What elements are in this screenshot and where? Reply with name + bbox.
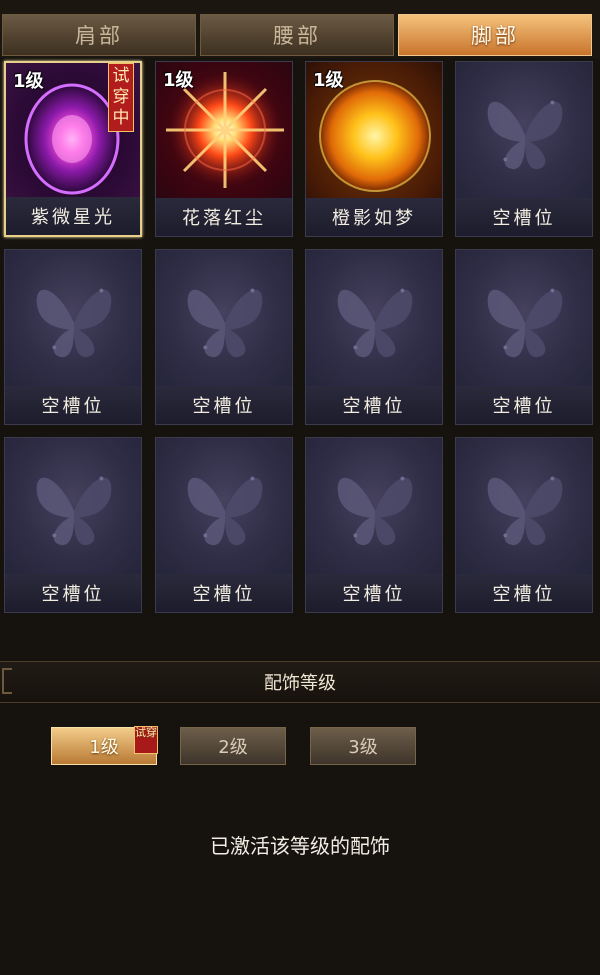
- accessory-slot[interactable]: 空槽位: [455, 249, 593, 425]
- butterfly-icon: [36, 288, 112, 358]
- accessory-slot[interactable]: 空槽位: [155, 249, 293, 425]
- level-button-label: 2级: [218, 737, 248, 758]
- try-on-badge: 试穿: [134, 726, 158, 754]
- accessory-slot[interactable]: 空槽位: [4, 249, 142, 425]
- slot-name: 空槽位: [456, 198, 592, 236]
- slot-name: 空槽位: [306, 574, 442, 612]
- tab-bar: 肩部 腰部 脚部: [0, 0, 600, 58]
- slot-name: 紫微星光: [6, 197, 140, 235]
- butterfly-icon: [187, 476, 263, 546]
- accessory-slot[interactable]: 1级 试穿中 紫微星光: [4, 61, 142, 237]
- accessory-slot[interactable]: 1级 橙影如梦: [305, 61, 443, 237]
- slot-name: 空槽位: [456, 574, 592, 612]
- butterfly-icon: [337, 476, 413, 546]
- level-3-button[interactable]: 3级: [310, 727, 416, 765]
- accessory-level-header: 配饰等级: [0, 661, 600, 703]
- slot-name: 空槽位: [5, 574, 141, 612]
- slot-name: 空槽位: [456, 386, 592, 424]
- tab-feet[interactable]: 脚部: [398, 14, 592, 56]
- accessory-slot[interactable]: 空槽位: [305, 437, 443, 613]
- slot-level: 1级: [313, 70, 344, 91]
- level-1-button[interactable]: 1级 试穿: [51, 726, 158, 765]
- butterfly-icon: [187, 288, 263, 358]
- section-title: 配饰等级: [264, 673, 336, 694]
- slot-name: 空槽位: [156, 386, 292, 424]
- level-button-label: 1级: [89, 737, 119, 758]
- butterfly-icon: [36, 476, 112, 546]
- level-button-label: 3级: [348, 737, 378, 758]
- accessory-slot[interactable]: 1级 花落红尘: [155, 61, 293, 237]
- slot-name: 空槽位: [5, 386, 141, 424]
- butterfly-icon: [487, 288, 563, 358]
- slot-name: 橙影如梦: [306, 198, 442, 236]
- slot-level: 1级: [13, 71, 44, 92]
- accessory-slot[interactable]: 空槽位: [155, 437, 293, 613]
- slot-name: 空槽位: [306, 386, 442, 424]
- slot-name: 花落红尘: [156, 198, 292, 236]
- trying-on-badge: 试穿中: [108, 63, 134, 132]
- tab-waist[interactable]: 腰部: [200, 14, 394, 56]
- accessory-slot[interactable]: 空槽位: [4, 437, 142, 613]
- frame-corner-ornament: [2, 668, 12, 694]
- accessory-slot[interactable]: 空槽位: [305, 249, 443, 425]
- accessory-slot[interactable]: 空槽位: [455, 437, 593, 613]
- level-2-button[interactable]: 2级: [180, 727, 286, 765]
- slot-level: 1级: [163, 70, 194, 91]
- tab-shoulder[interactable]: 肩部: [2, 14, 196, 56]
- butterfly-icon: [337, 288, 413, 358]
- accessory-slot[interactable]: 空槽位: [455, 61, 593, 237]
- butterfly-icon: [487, 476, 563, 546]
- butterfly-icon: [487, 100, 563, 170]
- activation-status-text: 已激活该等级的配饰: [210, 834, 390, 858]
- slot-name: 空槽位: [156, 574, 292, 612]
